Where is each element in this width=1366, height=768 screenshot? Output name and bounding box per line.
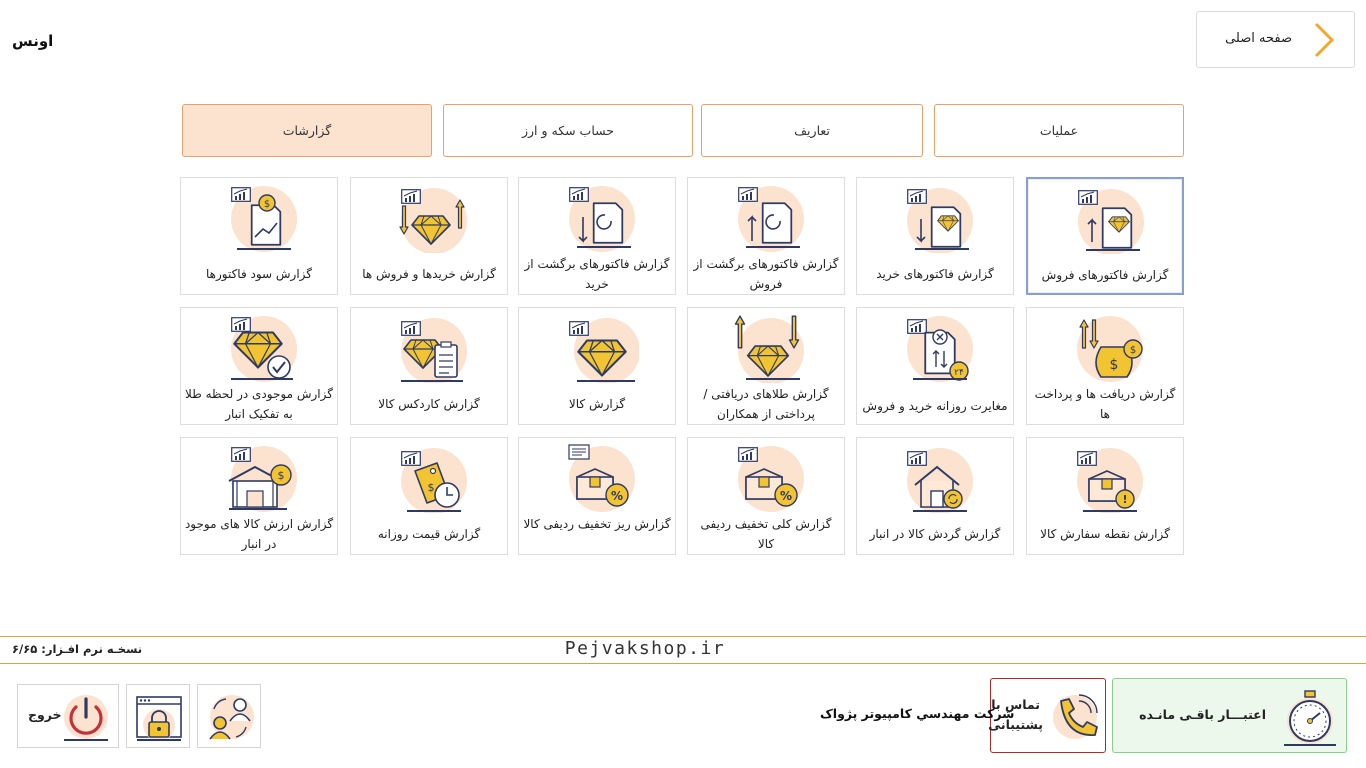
tile-receipts-payments-report[interactable]: $ $ گزارش دریافت ها و پرداخت ها: [1026, 307, 1184, 425]
purchase-return-icon: [569, 186, 635, 252]
daily-discrepancy-icon: ۲۴: [907, 316, 973, 382]
tile-purchase-invoice-report[interactable]: گزارش فاکتورهای خرید: [856, 177, 1014, 295]
tab-definitions[interactable]: تعاریف: [701, 104, 923, 157]
tile-label: گزارش نقطه سفارش کالا: [1040, 527, 1170, 541]
divider: [0, 663, 1366, 664]
tile-label: گزارش کالا: [568, 397, 626, 411]
remaining-credit-label: اعتبـــار باقـی مانـده: [1139, 707, 1266, 722]
diamond-icon: [569, 318, 639, 383]
exit-label: خروج: [28, 707, 62, 722]
tile-invoice-profit-report[interactable]: $ گزارش سود فاکتورها: [180, 177, 338, 295]
gold-exchange-icon: [734, 315, 804, 383]
home-button[interactable]: صفحه اصلی: [1196, 11, 1355, 68]
price-tag-clock-icon: $: [401, 448, 467, 513]
tile-purchase-return-report[interactable]: گزارش فاکتورهای برگشت از خرید: [518, 177, 676, 295]
brand-watermark: Pejvakshop.ir: [564, 638, 726, 659]
tile-label: گزارش ارزش کالا های موجود در انبار: [184, 517, 334, 551]
users-button[interactable]: [197, 684, 261, 748]
tab-label: تعاریف: [794, 123, 830, 138]
tile-label: گزارش کاردکس کالا: [378, 397, 480, 411]
tab-reports[interactable]: گزارشات: [182, 104, 432, 157]
purchase-invoice-icon: [907, 188, 973, 253]
tab-label: عملیات: [1039, 123, 1079, 138]
tile-label: گزارش طلاهای دریافتی / پرداختی از همکارا…: [703, 387, 829, 421]
lock-button[interactable]: [126, 684, 190, 748]
home-label: صفحه اصلی: [1225, 31, 1292, 46]
svg-text:$: $: [1130, 345, 1136, 356]
tile-label: گزارش سود فاکتورها: [205, 267, 313, 281]
tile-label: گزارش ریز تخفیف ردیفی کالا: [523, 517, 671, 531]
svg-text:$: $: [428, 481, 435, 494]
tab-label: گزارشات: [282, 123, 332, 138]
cardex-icon: [401, 318, 467, 383]
tile-label: گزارش گردش کالا در انبار: [869, 527, 1001, 541]
money-bag-icon: $ $: [1077, 316, 1143, 382]
house-refresh-icon: [907, 448, 973, 513]
tile-inventory-value-report[interactable]: $ گزارش ارزش کالا های موجود در انبار: [180, 437, 338, 555]
diamond-check-icon: [231, 316, 297, 382]
users-switch-icon: [209, 695, 254, 740]
tile-overall-discount-report[interactable]: % گزارش کلی تخفیف ردیفی کالا: [687, 437, 845, 555]
tile-label: گزارش فاکتورهای برگشت از فروش: [693, 257, 839, 291]
invoice-profit-icon: $: [231, 186, 297, 252]
tile-label: گزارش فاکتورهای فروش: [1041, 268, 1169, 282]
sales-return-icon: [738, 186, 804, 252]
tile-label: گزارش فاکتورهای برگشت از خرید: [524, 257, 670, 291]
svg-text:!: !: [1122, 493, 1127, 506]
tile-goods-report[interactable]: گزارش کالا: [518, 307, 676, 425]
chevron-right-icon: [1314, 22, 1334, 58]
svg-text:$: $: [264, 199, 270, 210]
box-alert-icon: !: [1077, 448, 1143, 513]
divider: [0, 636, 1366, 637]
tile-label: مغایرت روزانه خرید و فروش: [862, 399, 1008, 413]
tile-reorder-point-report[interactable]: ! گزارش نقطه سفارش کالا: [1026, 437, 1184, 555]
company-name: شرکت مهندسي کامپيوتر پژواک: [820, 706, 1015, 721]
tile-label: گزارش دریافت ها و پرداخت ها: [1034, 387, 1176, 421]
tile-label: گزارش کلی تخفیف ردیفی کالا: [700, 517, 832, 551]
tile-detailed-discount-report[interactable]: % گزارش ریز تخفیف ردیفی کالا: [518, 437, 676, 555]
tile-label: گزارش خریدها و فروش ها: [362, 267, 496, 281]
tile-buy-sell-report[interactable]: گزارش خریدها و فروش ها: [350, 177, 508, 295]
app-title: اونس: [12, 32, 54, 50]
tab-operations[interactable]: عملیات: [934, 104, 1184, 157]
box-discount-icon: %: [738, 446, 804, 512]
lock-icon: [136, 696, 182, 741]
phone-icon: [1053, 694, 1098, 739]
tile-sales-invoice-report[interactable]: گزارش فاکتورهای فروش: [1026, 177, 1184, 295]
svg-text:%: %: [611, 489, 623, 503]
tile-cardex-report[interactable]: گزارش کاردکس کالا: [350, 307, 508, 425]
tab-coin-currency-account[interactable]: حساب سکه و ارز: [443, 104, 693, 157]
svg-text:$: $: [1110, 357, 1119, 373]
sales-invoice-icon: [1078, 189, 1144, 254]
exit-button[interactable]: خروج: [17, 684, 119, 748]
warehouse-value-icon: $: [228, 446, 297, 512]
buy-sell-icon: [399, 188, 467, 253]
remaining-credit-panel: اعتبـــار باقـی مانـده: [1112, 678, 1347, 753]
tile-gold-inventory-report[interactable]: گزارش موجودی در لحظه طلا به تفکیک انبار: [180, 307, 338, 425]
box-discount-detail-icon: %: [568, 444, 635, 512]
tile-sales-return-report[interactable]: گزارش فاکتورهای برگشت از فروش: [687, 177, 845, 295]
tile-label: گزارش موجودی در لحظه طلا به تفکیک انبار: [185, 387, 333, 421]
tile-label: گزارش قیمت روزانه: [377, 527, 481, 541]
power-icon: [64, 695, 108, 741]
tile-warehouse-turnover-report[interactable]: گزارش گردش کالا در انبار: [856, 437, 1014, 555]
svg-text:$: $: [278, 469, 285, 482]
tile-label: گزارش فاکتورهای خرید: [876, 267, 994, 281]
tile-daily-discrepancy-report[interactable]: ۲۴ مغایرت روزانه خرید و فروش: [856, 307, 1014, 425]
stopwatch-icon: [1284, 690, 1336, 746]
svg-text:%: %: [780, 489, 792, 503]
tile-daily-price-report[interactable]: $ گزارش قیمت روزانه: [350, 437, 508, 555]
tab-label: حساب سکه و ارز: [521, 123, 615, 138]
svg-text:۲۴: ۲۴: [954, 368, 964, 378]
software-version: نسخـه نرم افـزار: ۶/۶۵: [12, 642, 143, 656]
tile-gold-exchange-report[interactable]: گزارش طلاهای دریافتی / پرداختی از همکارا…: [687, 307, 845, 425]
